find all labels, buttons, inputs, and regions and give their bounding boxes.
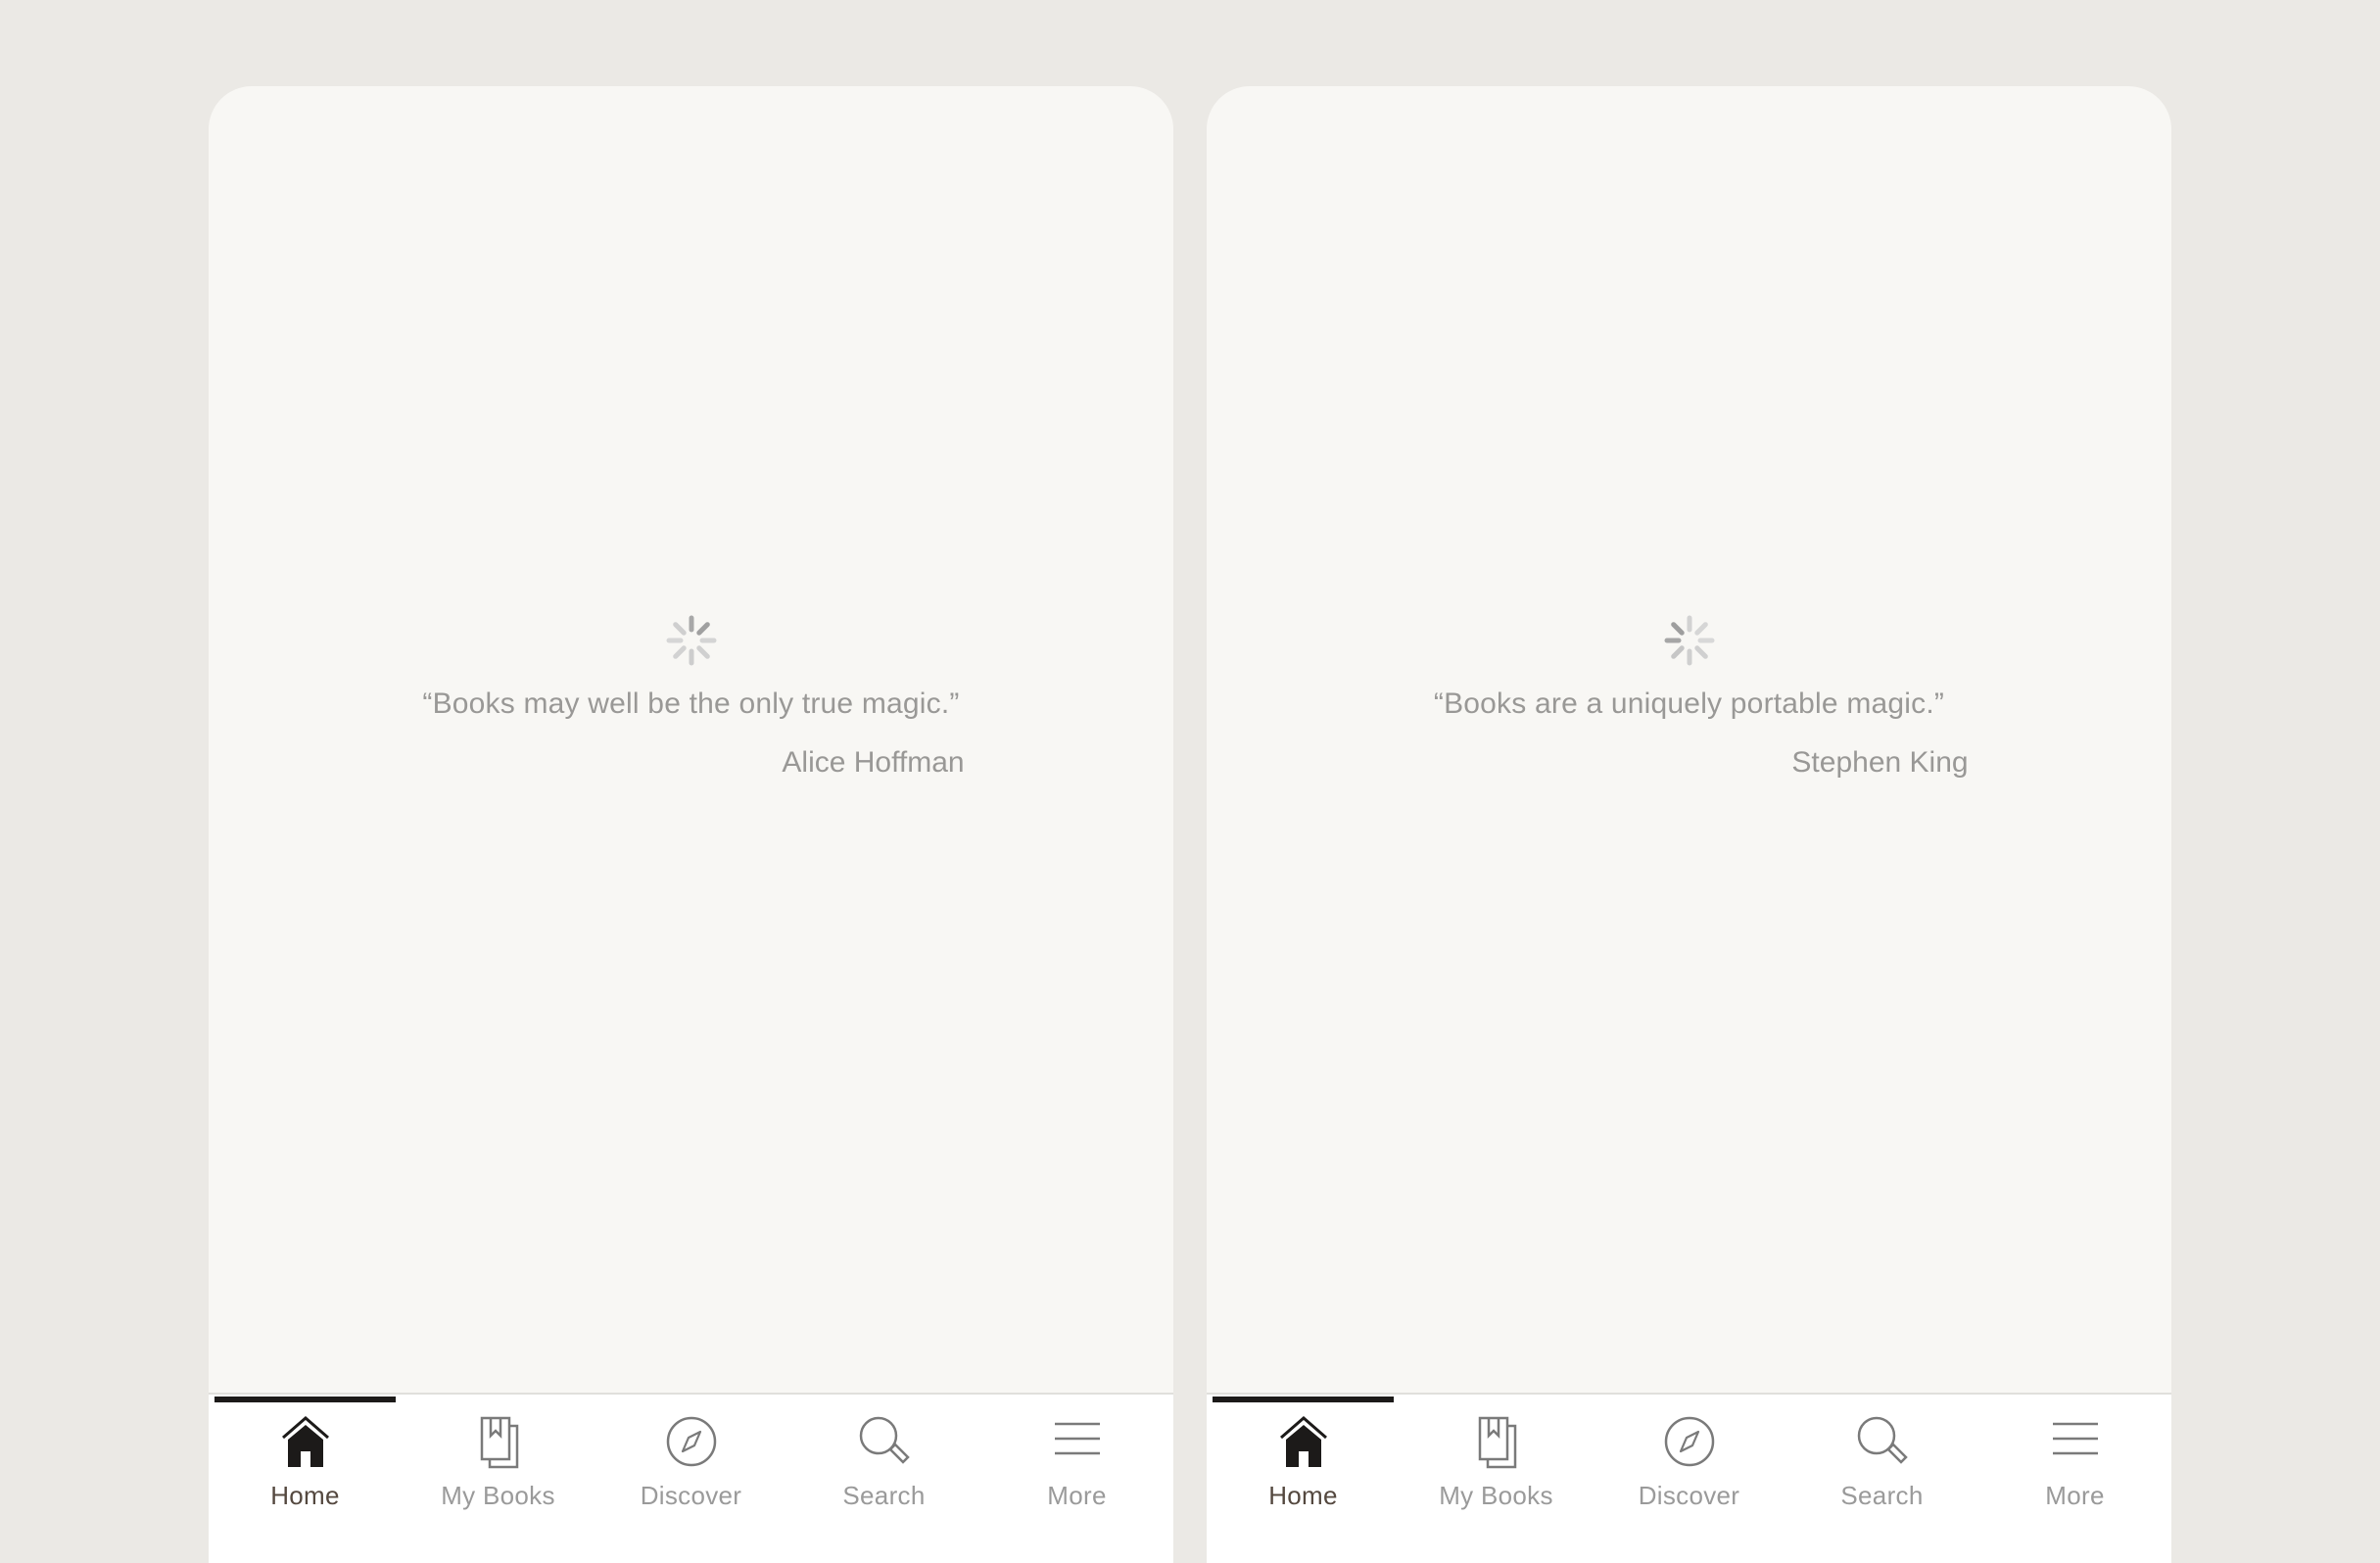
tab-discover[interactable]: Discover <box>1593 1395 1785 1563</box>
spinner-icon <box>666 615 716 666</box>
tab-search[interactable]: Search <box>1785 1395 1978 1563</box>
tab-label: More <box>2045 1481 2105 1510</box>
active-tab-indicator <box>214 1397 396 1402</box>
quote-author: Alice Hoffman <box>782 746 965 779</box>
tab-label: Discover <box>1638 1481 1740 1510</box>
compass-icon <box>666 1416 716 1467</box>
screen-right: “Books are a uniquely portable magic.” S… <box>1207 86 2171 1563</box>
menu-icon <box>2052 1422 2098 1455</box>
tab-discover[interactable]: Discover <box>595 1395 787 1563</box>
tab-home[interactable]: Home <box>1207 1395 1400 1563</box>
screen-left: “Books may well be the only true magic.”… <box>209 86 1173 1563</box>
tab-bar: Home My Books Discover Search More <box>209 1393 1173 1563</box>
tab-search[interactable]: Search <box>787 1395 980 1563</box>
tab-label: Home <box>1268 1481 1338 1510</box>
search-icon <box>859 1416 910 1464</box>
loading-view: “Books may well be the only true magic.”… <box>209 86 1173 1395</box>
books-icon <box>480 1416 518 1469</box>
tab-more[interactable]: More <box>1978 1395 2171 1563</box>
tab-my-books[interactable]: My Books <box>1400 1395 1593 1563</box>
quote-text: “Books may well be the only true magic.” <box>422 687 960 720</box>
tab-label: My Books <box>1439 1481 1553 1510</box>
menu-icon <box>1054 1422 1100 1455</box>
tab-label: Search <box>842 1481 926 1510</box>
spinner-icon <box>1664 615 1714 666</box>
tab-label: More <box>1047 1481 1107 1510</box>
home-icon <box>1279 1416 1327 1467</box>
tab-bar: Home My Books Discover Search More <box>1207 1393 2171 1563</box>
quote-author: Stephen King <box>1791 746 1969 779</box>
active-tab-indicator <box>1213 1397 1394 1402</box>
books-icon <box>1478 1416 1516 1469</box>
tab-label: My Books <box>441 1481 555 1510</box>
compass-icon <box>1664 1416 1714 1467</box>
search-icon <box>1857 1416 1908 1464</box>
tab-more[interactable]: More <box>980 1395 1173 1563</box>
tab-label: Home <box>270 1481 340 1510</box>
loading-view: “Books are a uniquely portable magic.” S… <box>1207 86 2171 1395</box>
tab-label: Discover <box>640 1481 742 1510</box>
tab-my-books[interactable]: My Books <box>402 1395 595 1563</box>
home-icon <box>281 1416 329 1467</box>
quote-text: “Books are a uniquely portable magic.” <box>1433 687 1945 720</box>
tab-label: Search <box>1840 1481 1924 1510</box>
tab-home[interactable]: Home <box>209 1395 402 1563</box>
